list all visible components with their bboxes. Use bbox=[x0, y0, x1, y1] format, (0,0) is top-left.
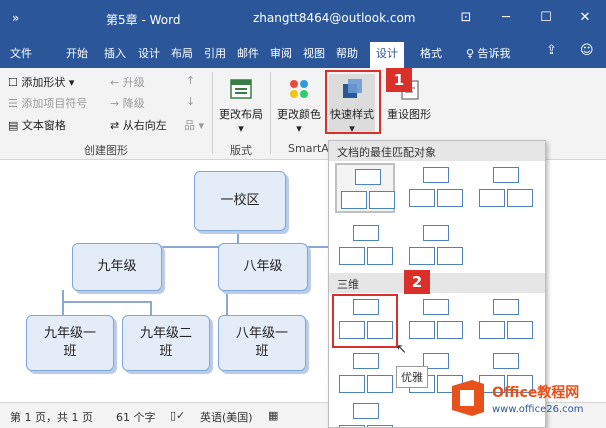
style-3d-inset[interactable] bbox=[405, 295, 465, 345]
step-badge-2: 2 bbox=[404, 270, 430, 294]
language[interactable]: 英语(美国) bbox=[200, 409, 253, 425]
promote-button[interactable]: ← 升级 bbox=[110, 74, 145, 90]
smartart-styles-group-label: SmartA bbox=[288, 142, 329, 155]
change-layout-label: 更改布局 bbox=[219, 108, 263, 121]
text-pane-button[interactable]: ▤ 文本窗格 bbox=[8, 117, 66, 133]
tab-review[interactable]: 审阅 bbox=[270, 45, 292, 61]
tab-insert[interactable]: 插入 bbox=[104, 45, 126, 61]
demote-button[interactable]: → 降级 bbox=[110, 95, 145, 111]
highlight-quick-styles bbox=[325, 70, 381, 134]
tab-mailings[interactable]: 邮件 bbox=[237, 45, 259, 61]
change-colors-label: 更改颜色 bbox=[277, 108, 321, 121]
watermark-brand: Office教程网 bbox=[492, 385, 580, 401]
reset-graphic-label: 重设图形 bbox=[387, 108, 431, 121]
divider bbox=[270, 72, 271, 154]
restore-button[interactable]: ☐ bbox=[535, 8, 557, 28]
org-node-grade9-class2[interactable]: 九年级二 班 bbox=[122, 315, 210, 371]
document-title: 第5章 - Word bbox=[106, 13, 181, 27]
dropdown-icon: ▾ bbox=[238, 122, 244, 135]
quick-access-icon[interactable]: » bbox=[12, 11, 19, 25]
org-node-grade8-class1[interactable]: 八年级一 班 bbox=[218, 315, 306, 371]
org-node-root[interactable]: 一校区 bbox=[194, 171, 286, 231]
watermark: Office教程网 www.office26.com bbox=[448, 374, 606, 428]
move-up-icon[interactable]: ↑ bbox=[186, 74, 195, 87]
org-node-label: 九年级二 班 bbox=[139, 326, 192, 359]
comment-icon[interactable]: ☺ bbox=[580, 43, 594, 58]
ribbon-display-icon[interactable]: ⊡ bbox=[455, 8, 477, 28]
close-button[interactable]: ✕ bbox=[574, 8, 596, 28]
tab-layout[interactable]: 布局 bbox=[171, 45, 193, 61]
style-3d-powder[interactable] bbox=[335, 349, 395, 399]
title-bar: » 第5章 - Word zhangtt8464@outlook.com ⊡ ─… bbox=[0, 0, 606, 38]
org-node-grade9-class1[interactable]: 九年级一 班 bbox=[26, 315, 114, 371]
office-logo-icon bbox=[452, 380, 484, 416]
org-node-label: 九年级一 班 bbox=[43, 326, 96, 359]
org-node-grade9[interactable]: 九年级 bbox=[72, 243, 162, 291]
layout-group-label: 版式 bbox=[230, 144, 252, 157]
add-bullet-label: 添加项目符号 bbox=[21, 97, 88, 110]
layout-icon bbox=[228, 76, 254, 102]
style-3d-cartoon[interactable] bbox=[475, 295, 535, 345]
add-shape-button[interactable]: ☐ 添加形状 ▾ bbox=[8, 74, 74, 90]
tab-design[interactable]: 设计 bbox=[138, 45, 160, 61]
layout-small-icon[interactable]: 品 ▾ bbox=[184, 117, 204, 133]
org-node-label: 八年级一 班 bbox=[235, 326, 288, 359]
org-node-grade8[interactable]: 八年级 bbox=[218, 243, 308, 291]
add-bullet-button[interactable]: ☰ 添加项目符号 bbox=[8, 95, 87, 111]
move-down-icon[interactable]: ↓ bbox=[186, 95, 195, 108]
tell-me-search[interactable]: ♀ 告诉我 bbox=[466, 45, 511, 61]
gallery-section-3d: 三维 bbox=[329, 273, 545, 293]
page-count[interactable]: 第 1 页，共 1 页 bbox=[10, 409, 93, 425]
tab-format[interactable]: 格式 bbox=[420, 45, 442, 61]
add-shape-label: 添加形状 ▾ bbox=[21, 76, 75, 89]
watermark-url: www.office26.com bbox=[492, 404, 584, 415]
create-graphic-group-label: 创建图形 bbox=[84, 144, 128, 157]
tab-smartart-design[interactable]: 设计 bbox=[370, 42, 404, 69]
tab-help[interactable]: 帮助 bbox=[336, 45, 358, 61]
tab-view[interactable]: 视图 bbox=[303, 45, 325, 61]
minimize-button[interactable]: ─ bbox=[495, 8, 517, 28]
text-pane-label: 文本窗格 bbox=[21, 119, 66, 132]
highlight-3d-style bbox=[332, 294, 398, 348]
mouse-cursor-icon: ↖ bbox=[396, 342, 407, 357]
connector-line bbox=[62, 301, 152, 303]
proofing-icon[interactable]: ▯✓ bbox=[170, 409, 185, 422]
org-node-label: 九年级 bbox=[97, 259, 137, 274]
divider bbox=[212, 72, 213, 154]
tab-file[interactable]: 文件 bbox=[10, 45, 32, 61]
ribbon-tabs: 文件 开始 插入 设计 布局 引用 邮件 审阅 视图 帮助 设计 格式 ♀ 告诉… bbox=[0, 38, 606, 69]
change-layout-button[interactable]: 更改布局 ▾ bbox=[218, 74, 264, 135]
right-to-left-button[interactable]: ⇄ 从右向左 bbox=[110, 117, 167, 133]
change-colors-button[interactable]: 更改颜色 ▾ bbox=[276, 74, 322, 135]
word-count[interactable]: 61 个字 bbox=[116, 409, 156, 425]
share-icon[interactable]: ⇪ bbox=[546, 43, 557, 58]
view-icon[interactable]: ▦ bbox=[268, 409, 278, 422]
style-white-outline[interactable] bbox=[405, 163, 465, 213]
dropdown-icon: ▾ bbox=[296, 122, 302, 135]
right-to-left-label: 从右向左 bbox=[122, 119, 167, 132]
style-3d-metallic[interactable] bbox=[335, 399, 395, 427]
style-simple-fill[interactable] bbox=[335, 163, 395, 213]
style-tooltip: 优雅 bbox=[396, 366, 428, 388]
tab-references[interactable]: 引用 bbox=[204, 45, 226, 61]
palette-icon bbox=[286, 76, 312, 102]
style-moderate-effect[interactable] bbox=[335, 221, 395, 271]
account-name[interactable]: zhangtt8464@outlook.com bbox=[253, 11, 416, 25]
style-intense-effect[interactable] bbox=[405, 221, 465, 271]
gallery-section-best-match: 文档的最佳匹配对象 bbox=[329, 141, 545, 161]
step-badge-1: 1 bbox=[386, 68, 412, 92]
org-node-label: 一校区 bbox=[220, 193, 260, 208]
tab-home[interactable]: 开始 bbox=[66, 45, 88, 61]
style-subtle-effect[interactable] bbox=[475, 163, 535, 213]
org-node-label: 八年级 bbox=[243, 259, 283, 274]
